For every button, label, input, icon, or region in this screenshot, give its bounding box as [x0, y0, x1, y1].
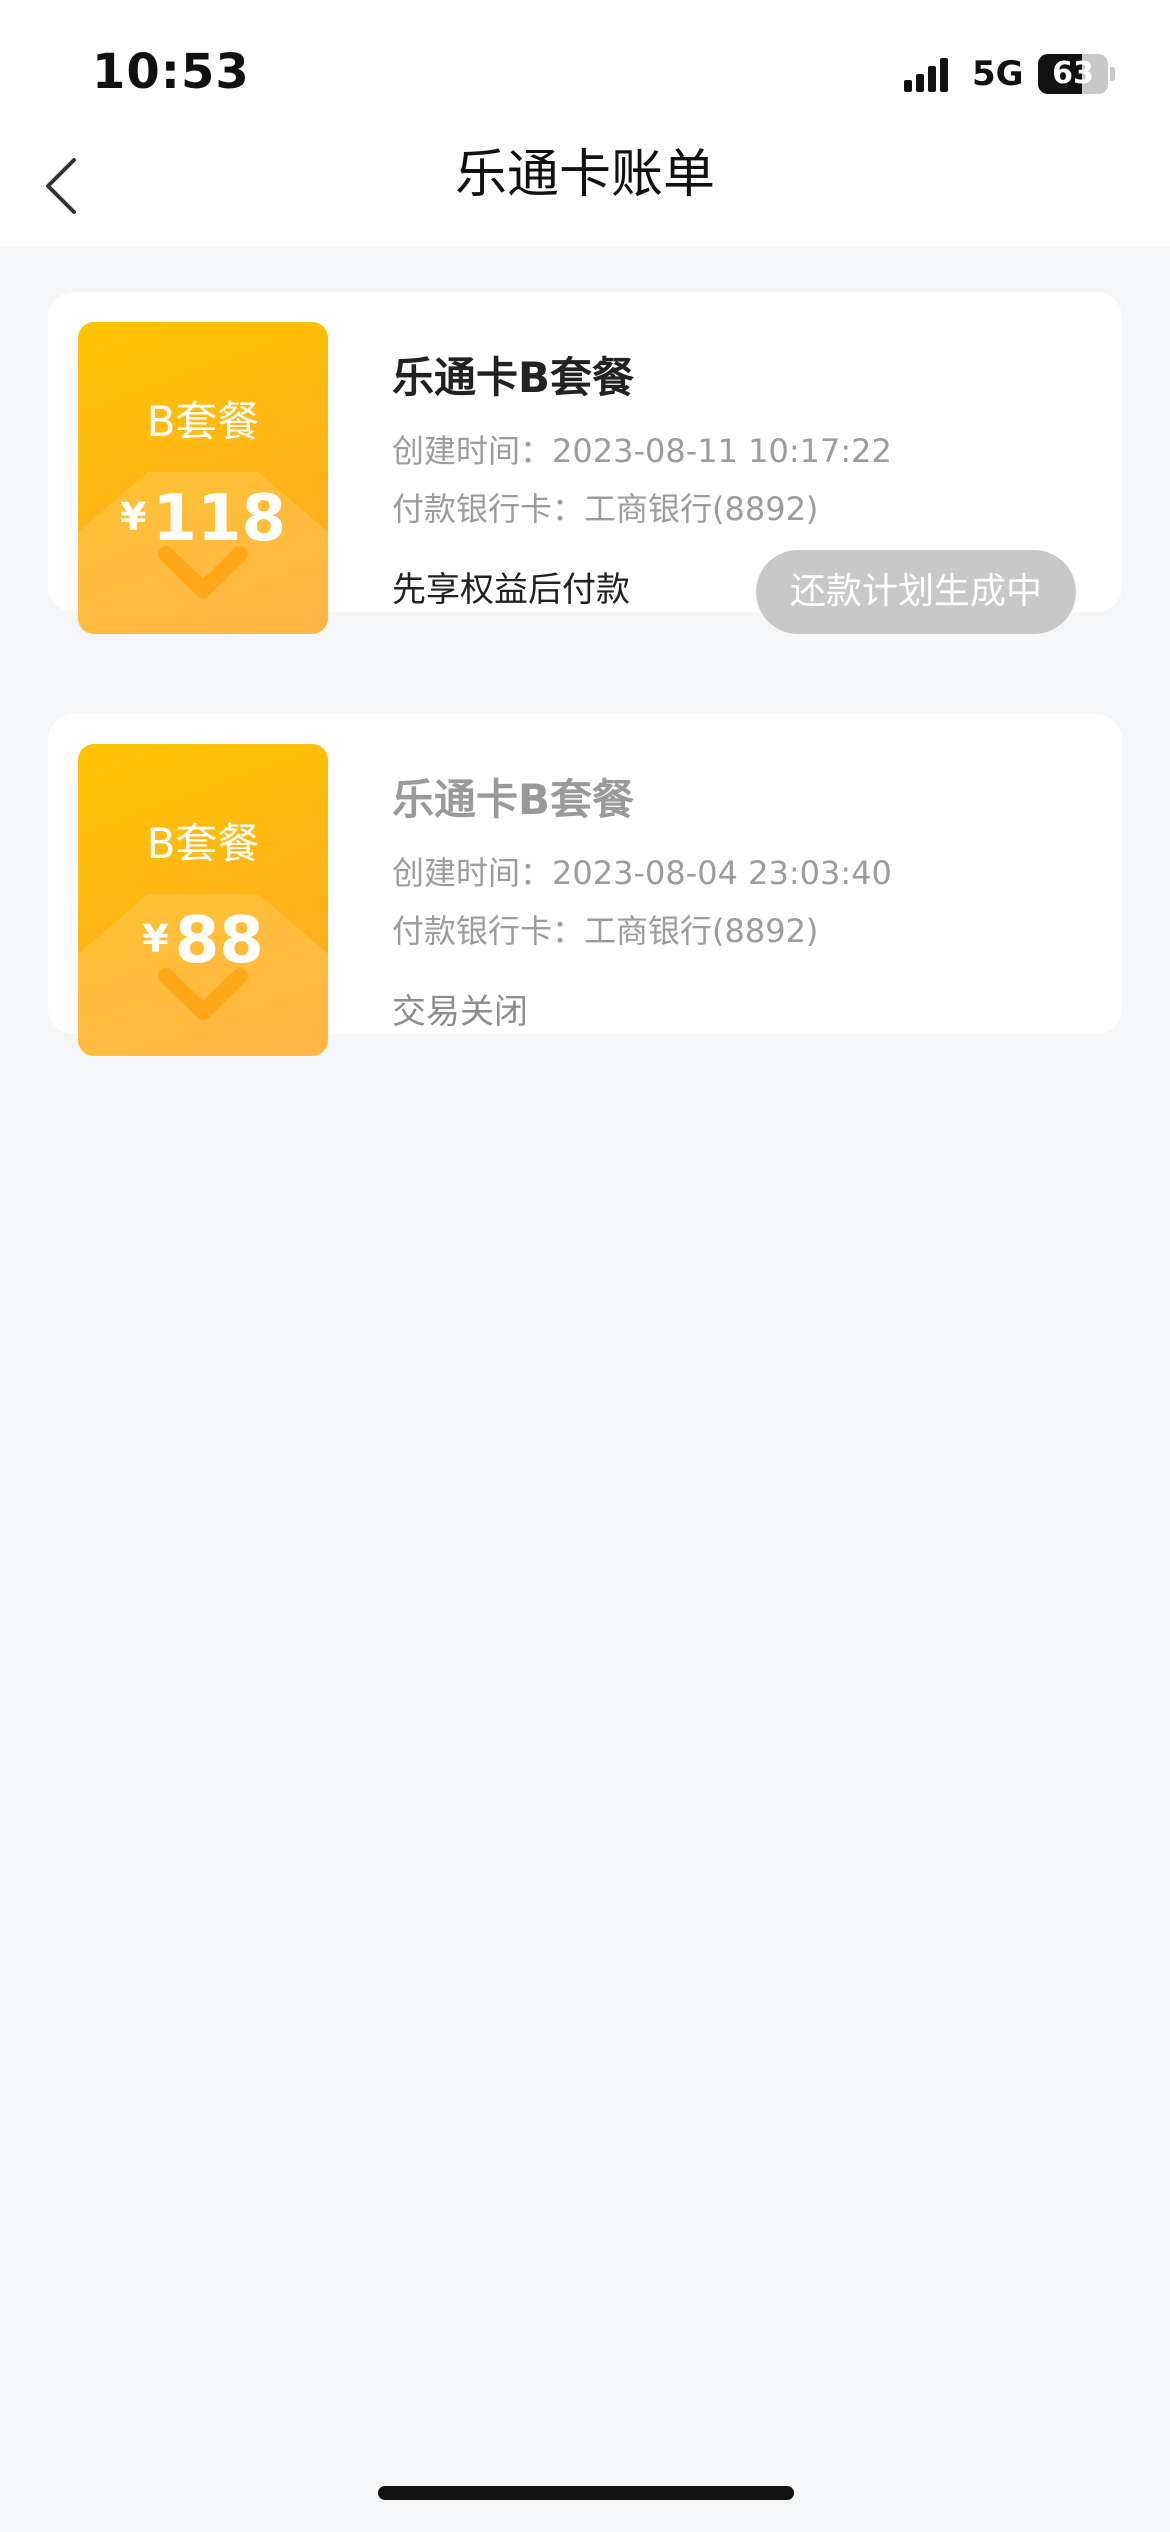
plan-thumbnail: B套餐 ¥88: [78, 744, 328, 1056]
currency-symbol: ¥: [119, 495, 147, 539]
bill-card[interactable]: B套餐 ¥88 乐通卡B套餐 创建时间：2023-08-04 23:03:40 …: [48, 714, 1122, 1056]
payment-bank-card: 付款银行卡：工商银行(8892): [392, 912, 819, 950]
created-time: 创建时间：2023-08-11 10:17:22: [392, 432, 892, 470]
network-label: 5G: [972, 54, 1024, 94]
price-amount: 118: [152, 482, 287, 556]
battery-icon: 63: [1038, 54, 1116, 94]
bill-status: 交易关闭: [392, 992, 528, 1032]
bill-title: 乐通卡B套餐: [392, 353, 635, 402]
bill-card[interactable]: B套餐 ¥118 乐通卡B套餐 创建时间：2023-08-11 10:17:22…: [48, 292, 1122, 634]
status-time: 10:53: [92, 44, 250, 100]
bill-status: 先享权益后付款: [392, 570, 630, 610]
bill-title: 乐通卡B套餐: [392, 775, 635, 824]
thumbnail-plan-label: B套餐: [146, 397, 260, 446]
chevron-left-icon[interactable]: [36, 140, 96, 230]
currency-symbol: ¥: [142, 917, 169, 961]
home-indicator[interactable]: [378, 2486, 794, 2500]
signal-icon: [904, 58, 948, 92]
created-time: 创建时间：2023-08-04 23:03:40: [392, 854, 892, 892]
battery-tip: [1110, 67, 1115, 81]
repayment-plan-button[interactable]: 还款计划生成中: [756, 550, 1076, 634]
plan-thumbnail: B套餐 ¥118: [78, 322, 328, 634]
thumbnail-price: ¥118: [78, 482, 328, 556]
thumbnail-plan-label: B套餐: [146, 819, 260, 868]
battery-body: 63: [1038, 54, 1108, 94]
thumbnail-price: ¥88: [78, 904, 328, 978]
navigation-bar: 乐通卡账单: [0, 120, 1170, 246]
battery-percentage: 63: [1052, 56, 1094, 91]
price-amount: 88: [174, 904, 264, 978]
page-title: 乐通卡账单: [454, 145, 715, 205]
payment-bank-card: 付款银行卡：工商银行(8892): [392, 490, 819, 528]
